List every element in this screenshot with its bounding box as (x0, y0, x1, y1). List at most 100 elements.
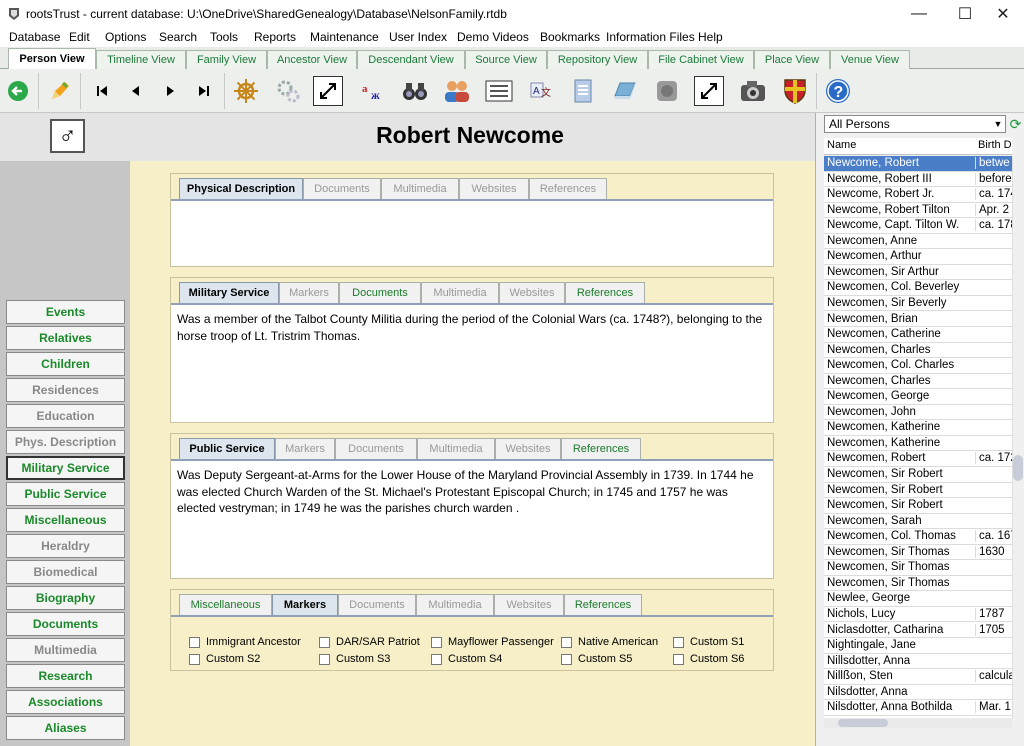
person-list-row[interactable]: Newcomen, Catherine (824, 327, 1012, 343)
ships-wheel-icon[interactable] (229, 74, 263, 108)
tab-websites[interactable]: Websites (494, 594, 564, 615)
person-list-row[interactable]: Nilsdotter, Anna Bothilda Mar. 1 (824, 700, 1012, 716)
vertical-scrollbar[interactable] (1012, 156, 1024, 718)
person-list-row[interactable]: Newcomen, Katherine (824, 436, 1012, 452)
tab-references[interactable]: References (529, 178, 607, 199)
person-list-row[interactable]: Newcome, Robert Tilton Apr. 2 (824, 203, 1012, 219)
translate-icon[interactable]: A文 (524, 74, 558, 108)
circle-icon[interactable] (650, 74, 684, 108)
physical-description-text[interactable] (171, 199, 773, 266)
refresh-icon[interactable]: ⟳ (1007, 115, 1024, 133)
minimize-button[interactable]: — (896, 0, 942, 28)
person-list-row[interactable]: Newcome, Robert betwe (824, 156, 1012, 172)
column-header-name[interactable]: Name (827, 139, 856, 151)
nav-associations[interactable]: Associations (6, 690, 125, 714)
person-list-row[interactable]: Newcomen, Sir Beverly (824, 296, 1012, 312)
nav-biography[interactable]: Biography (6, 586, 125, 610)
person-list-row[interactable]: Nichols, Lucy 1787 (824, 607, 1012, 623)
document-icon[interactable] (566, 74, 600, 108)
heraldry-shield-icon[interactable] (778, 74, 812, 108)
menu-search[interactable]: Search (159, 30, 197, 44)
nav-heraldry[interactable]: Heraldry (6, 534, 125, 558)
person-list-row[interactable]: Newcomen, Col. Charles (824, 358, 1012, 374)
person-list-row[interactable]: Newcomen, Katherine (824, 420, 1012, 436)
marker-custom-s2[interactable]: Custom S2 (189, 653, 260, 665)
tab-venue-view[interactable]: Venue View (830, 50, 910, 69)
tab-documents[interactable]: Documents (335, 438, 417, 459)
help-icon[interactable]: ? (821, 74, 855, 108)
public-service-text[interactable]: Was Deputy Sergeant-at-Arms for the Lowe… (171, 459, 773, 578)
menu-information-files[interactable]: Information Files (606, 30, 695, 44)
first-record-icon[interactable] (85, 74, 119, 108)
binoculars-icon[interactable] (398, 74, 432, 108)
tab-documents[interactable]: Documents (338, 594, 416, 615)
person-list-row[interactable]: Newcomen, Sir Thomas (824, 576, 1012, 592)
marker-custom-s5[interactable]: Custom S5 (561, 653, 632, 665)
tab-descendant-view[interactable]: Descendant View (357, 50, 465, 69)
person-list-row[interactable]: Newcomen, Sir Robert (824, 467, 1012, 483)
menu-database[interactable]: Database (9, 30, 60, 44)
marker-mayflower-passenger[interactable]: Mayflower Passenger (431, 636, 554, 648)
menu-tools[interactable]: Tools (210, 30, 238, 44)
next-record-icon[interactable] (153, 74, 187, 108)
person-list-row[interactable]: Newcome, Robert III before (824, 172, 1012, 188)
tab-source-view[interactable]: Source View (465, 50, 547, 69)
tab-military-service[interactable]: Military Service (179, 282, 279, 303)
menu-user-index[interactable]: User Index (389, 30, 447, 44)
nav-documents[interactable]: Documents (6, 612, 125, 636)
tab-websites[interactable]: Websites (495, 438, 561, 459)
tab-person-view[interactable]: Person View (8, 48, 96, 69)
menu-edit[interactable]: Edit (69, 30, 90, 44)
nav-miscellaneous[interactable]: Miscellaneous (6, 508, 125, 532)
person-list-row[interactable]: Newcomen, George (824, 389, 1012, 405)
nav-biomedical[interactable]: Biomedical (6, 560, 125, 584)
person-list-row[interactable]: Newcomen, Charles (824, 374, 1012, 390)
person-list-row[interactable]: Niclasdotter, Catharina 1705 (824, 623, 1012, 638)
nav-education[interactable]: Education (6, 404, 125, 428)
marker-native-american[interactable]: Native American (561, 636, 658, 648)
tab-markers[interactable]: Markers (275, 438, 335, 459)
menu-reports[interactable]: Reports (254, 30, 296, 44)
person-list-row[interactable]: Newcomen, Anne (824, 234, 1012, 250)
tab-timeline-view[interactable]: Timeline View (96, 50, 186, 69)
tab-repository-view[interactable]: Repository View (547, 50, 648, 69)
nav-public-service[interactable]: Public Service (6, 482, 125, 506)
person-list-row[interactable]: Newcome, Robert Jr. ca. 174 (824, 187, 1012, 203)
marker-custom-s6[interactable]: Custom S6 (673, 653, 744, 665)
tab-place-view[interactable]: Place View (754, 50, 830, 69)
gears-icon[interactable] (271, 74, 305, 108)
menu-help[interactable]: Help (698, 30, 723, 44)
menu-options[interactable]: Options (105, 30, 146, 44)
tab-file-cabinet-view[interactable]: File Cabinet View (648, 50, 754, 69)
person-list-row[interactable]: Nightingale, Jane (824, 638, 1012, 654)
gender-male-icon[interactable]: ♂ (50, 119, 85, 153)
person-list-row[interactable]: Newcomen, Col. Beverley (824, 280, 1012, 296)
person-list-row[interactable]: Nillsdotter, Anna (824, 654, 1012, 670)
expand-icon[interactable] (313, 76, 343, 106)
person-list-row[interactable]: Newcomen, Charles (824, 343, 1012, 359)
last-record-icon[interactable] (187, 74, 221, 108)
military-service-text[interactable]: Was a member of the Talbot County Militi… (171, 303, 773, 422)
nav-research[interactable]: Research (6, 664, 125, 688)
person-list-row[interactable]: Newcomen, Sarah (824, 514, 1012, 530)
marker-immigrant-ancestor[interactable]: Immigrant Ancestor (189, 636, 301, 648)
camera-icon[interactable] (736, 74, 770, 108)
nav-multimedia[interactable]: Multimedia (6, 638, 125, 662)
column-header-birth-date[interactable]: Birth D (978, 139, 1012, 151)
menu-bookmarks[interactable]: Bookmarks (540, 30, 600, 44)
person-list-row[interactable]: Newcomen, John (824, 405, 1012, 421)
person-list-row[interactable]: Newcomen, Sir Arthur (824, 265, 1012, 281)
person-list-row[interactable]: Nilsdotter, Anna (824, 685, 1012, 701)
nav-military-service[interactable]: Military Service (6, 456, 125, 480)
edit-pencil-icon[interactable] (43, 74, 77, 108)
people-icon[interactable] (440, 74, 474, 108)
person-list-row[interactable]: Newcomen, Brian (824, 312, 1012, 327)
person-list-row[interactable]: Newcomen, Sir Thomas 1630 (824, 545, 1012, 561)
spellcheck-icon[interactable]: aж (356, 74, 390, 108)
tab-markers[interactable]: Markers (272, 594, 338, 615)
nav-children[interactable]: Children (6, 352, 125, 376)
tab-multimedia[interactable]: Multimedia (421, 282, 499, 303)
book-icon[interactable] (608, 74, 642, 108)
person-list-row[interactable]: Newcomen, Col. Thomas ca. 167 (824, 529, 1012, 545)
tab-references[interactable]: References (565, 282, 645, 303)
